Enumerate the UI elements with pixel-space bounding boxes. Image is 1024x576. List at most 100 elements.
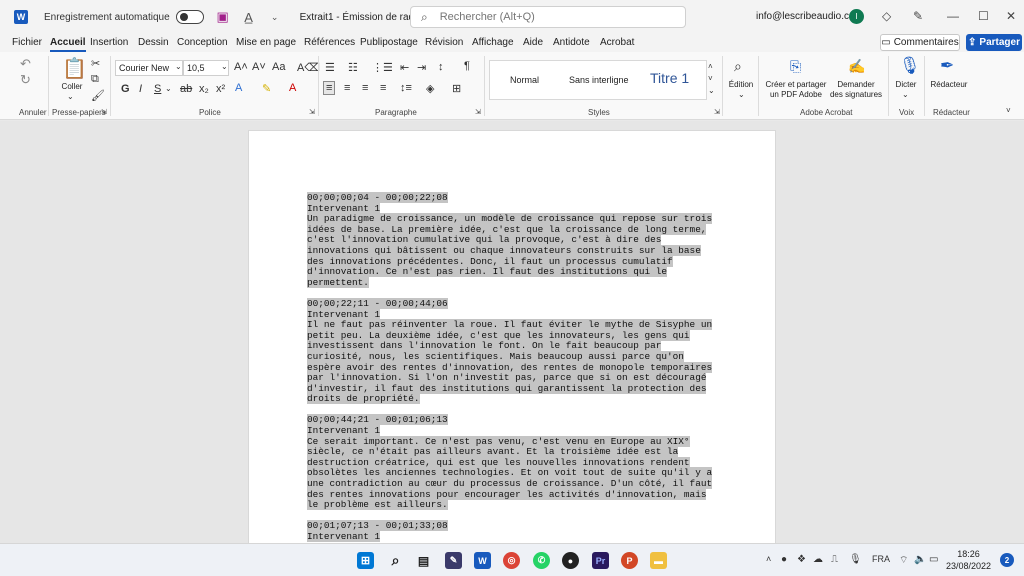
font-color-icon[interactable]: A — [289, 82, 296, 94]
scroll-up-icon[interactable]: ˄ — [708, 62, 713, 71]
search-icon[interactable]: ⌕ — [387, 552, 404, 569]
minimize-icon[interactable]: — — [947, 9, 959, 23]
signature-icon[interactable]: ✍ — [848, 58, 865, 75]
avatar[interactable]: I — [849, 9, 864, 24]
microphone-icon[interactable]: 🎙 — [899, 56, 921, 76]
comments-button[interactable]: ▭ Commentaires — [880, 34, 960, 51]
task-view-icon[interactable]: ▤ — [415, 552, 432, 569]
bold-icon[interactable]: G — [121, 83, 130, 95]
decrease-indent-icon[interactable]: ⇤ — [400, 61, 409, 74]
tab-fichier[interactable]: Fichier — [12, 37, 42, 48]
tab-revision[interactable]: Révision — [425, 37, 463, 48]
tab-mise-en-page[interactable]: Mise en page — [236, 37, 296, 48]
align-left-icon[interactable]: ≡ — [323, 81, 336, 95]
change-case-icon[interactable]: Aa — [272, 61, 285, 73]
transcript-content[interactable]: 00;00;00;04 - 00;00;22;08 Intervenant 1 … — [307, 192, 717, 549]
clear-formatting-icon[interactable]: A⌫ — [297, 61, 320, 74]
dialog-launcher-icon[interactable]: ⇲ — [101, 108, 107, 116]
shrink-font-icon[interactable]: A˅ — [252, 61, 266, 73]
bullet-list-icon[interactable]: ☰ — [325, 61, 335, 74]
powerpoint-icon[interactable]: P — [621, 552, 638, 569]
tray-app-icon[interactable]: ● — [781, 554, 787, 565]
chevron-up-icon[interactable]: ˄ — [766, 554, 771, 564]
multilevel-list-icon[interactable]: ⋮☰ — [372, 61, 393, 74]
file-explorer-icon[interactable]: ▬ — [650, 552, 667, 569]
font-color-icon[interactable]: A̲ — [242, 10, 256, 25]
usb-icon[interactable]: ⎍ — [831, 554, 838, 565]
premiere-icon[interactable]: Pr — [592, 552, 609, 569]
clock[interactable]: 18:26 23/08/2022 — [946, 548, 991, 572]
superscript-icon[interactable]: x² — [216, 83, 225, 95]
redo-icon[interactable]: ↻ — [20, 72, 31, 88]
pen-icon[interactable]: ✎ — [913, 9, 923, 23]
editor-icon[interactable]: ✒ — [940, 56, 954, 76]
borders-icon[interactable]: ⊞ — [452, 82, 461, 95]
chevron-down-icon[interactable]: ⌄ — [67, 92, 74, 101]
more-styles-icon[interactable]: ⌄ — [708, 86, 715, 95]
share-button[interactable]: ⇪ Partager — [966, 34, 1022, 51]
cut-icon[interactable]: ✂ — [91, 57, 100, 70]
increase-indent-icon[interactable]: ⇥ — [417, 61, 426, 74]
italic-icon[interactable]: I — [139, 83, 142, 95]
underline-icon[interactable]: S — [154, 83, 161, 95]
start-icon[interactable]: ⊞ — [357, 552, 374, 569]
editor-button[interactable]: Rédacteur — [928, 80, 970, 90]
word-taskbar-icon[interactable]: W — [474, 552, 491, 569]
justify-icon[interactable]: ≡ — [380, 82, 386, 94]
language-indicator[interactable]: FRA — [872, 554, 890, 564]
tab-antidote[interactable]: Antidote — [553, 37, 590, 48]
text-effects-icon[interactable]: A — [235, 82, 242, 94]
dropbox-icon[interactable]: ❖ — [797, 554, 806, 565]
format-painter-icon[interactable]: 🖌 — [91, 89, 105, 102]
highlight-icon[interactable]: ✎ — [262, 82, 271, 95]
tab-conception[interactable]: Conception — [177, 37, 228, 48]
numbered-list-icon[interactable]: ☷ — [348, 61, 358, 74]
paste-icon[interactable]: 📋 — [62, 56, 87, 81]
close-icon[interactable]: ✕ — [1006, 9, 1016, 23]
scroll-down-icon[interactable]: ˅ — [708, 74, 713, 83]
tab-insertion[interactable]: Insertion — [90, 37, 128, 48]
grow-font-icon[interactable]: A˄ — [234, 61, 248, 73]
battery-icon[interactable]: ▭ — [929, 554, 938, 565]
pilcrow-icon[interactable]: ¶ — [464, 60, 470, 72]
wifi-icon[interactable]: ⌔ — [899, 554, 908, 567]
sort-icon[interactable]: ↕ — [438, 61, 444, 73]
pdf-share-icon[interactable]: ⎘ — [790, 58, 801, 75]
undo-icon[interactable]: ↶ — [20, 56, 31, 72]
tab-publipostage[interactable]: Publipostage — [360, 37, 418, 48]
document-page[interactable]: 00;00;00;04 - 00;00;22;08 Intervenant 1 … — [248, 130, 776, 550]
tab-accueil[interactable]: Accueil — [50, 37, 86, 52]
search-input[interactable] — [439, 11, 640, 23]
dialog-launcher-icon[interactable]: ⇲ — [475, 108, 481, 116]
align-center-icon[interactable]: ≡ — [344, 82, 350, 94]
tab-dessin[interactable]: Dessin — [138, 37, 169, 48]
tab-aide[interactable]: Aide — [523, 37, 543, 48]
tab-acrobat[interactable]: Acrobat — [600, 37, 634, 48]
media-app-icon[interactable]: ● — [562, 552, 579, 569]
app-icon[interactable]: ✎ — [445, 552, 462, 569]
chevron-down-icon[interactable]: ⌄ — [738, 90, 745, 99]
maximize-icon[interactable]: ☐ — [978, 9, 989, 23]
shading-icon[interactable]: ◈ — [426, 82, 434, 95]
copy-icon[interactable]: ⧉ — [91, 73, 99, 86]
chevron-down-icon[interactable]: ⌄ — [221, 62, 228, 71]
notification-badge[interactable]: 2 — [1000, 553, 1014, 567]
dictate-button[interactable]: Dicter — [892, 80, 920, 90]
request-signatures-button[interactable]: Demander des signatures — [826, 80, 886, 100]
search-box[interactable]: ⌕ — [410, 6, 686, 28]
dialog-launcher-icon[interactable]: ⇲ — [309, 108, 315, 116]
whatsapp-icon[interactable]: ✆ — [533, 552, 550, 569]
chrome-icon[interactable]: ◎ — [503, 552, 520, 569]
edition-label[interactable]: Édition — [726, 80, 756, 90]
tab-affichage[interactable]: Affichage — [472, 37, 514, 48]
collapse-ribbon-icon[interactable]: ˅ — [1006, 106, 1011, 115]
strikethrough-icon[interactable]: ab — [180, 83, 192, 95]
paste-label[interactable]: Coller — [58, 82, 86, 92]
dialog-launcher-icon[interactable]: ⇲ — [714, 108, 720, 116]
font-name-select[interactable]: Courier New — [115, 60, 183, 76]
diamond-icon[interactable]: ◇ — [882, 9, 891, 23]
line-spacing-icon[interactable]: ↕≡ — [400, 82, 412, 94]
chevron-down-icon[interactable]: ⌄ — [165, 84, 172, 93]
style-no-spacing[interactable]: Sans interligne — [569, 75, 629, 85]
align-right-icon[interactable]: ≡ — [362, 82, 368, 94]
